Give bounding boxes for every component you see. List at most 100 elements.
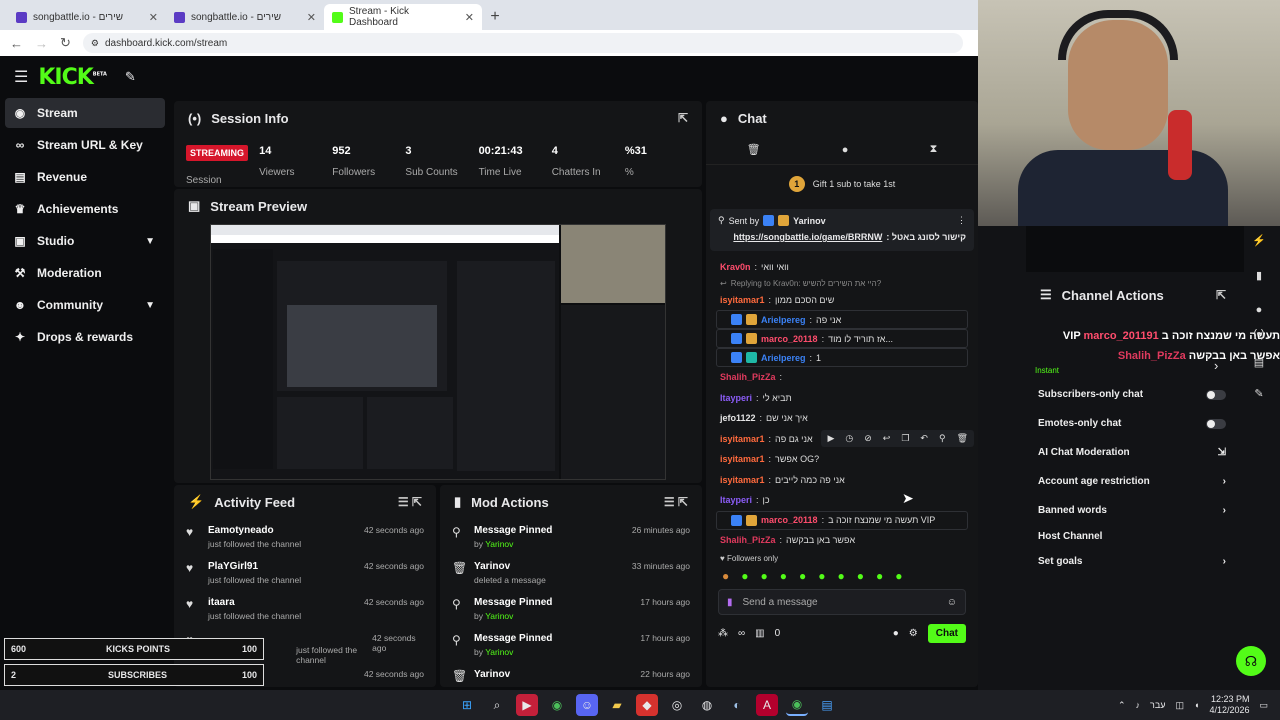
chat-message[interactable]: isyitamar1: אפשר OG? [706, 449, 978, 470]
settings-gear-icon[interactable]: ⚙ [909, 628, 918, 639]
emote-icon[interactable]: ● [741, 569, 748, 583]
reload-icon[interactable]: ↻ [60, 35, 71, 51]
chat-user[interactable]: marco_20118 [761, 515, 818, 525]
chat-user[interactable]: isyitamar1 [720, 434, 765, 444]
steam-icon[interactable]: ◐ [726, 694, 748, 716]
filter-icon[interactable]: ☰ ⇱ [664, 495, 688, 509]
action-account-age[interactable]: Account age restriction › [1026, 467, 1240, 496]
sidebar-item-moderation[interactable]: ⚒ Moderation [5, 258, 165, 288]
wrench-icon[interactable]: ✎ [1254, 387, 1263, 400]
url-field[interactable]: ⚙ dashboard.kick.com/stream [82, 33, 963, 53]
chat-message[interactable]: Shalih_PizZa: [706, 367, 978, 388]
site-info-icon[interactable]: ⚙ [91, 38, 99, 49]
expand-icon[interactable]: ⇱ [678, 111, 688, 125]
close-tab-icon[interactable]: ✕ [307, 11, 316, 24]
pinned-link[interactable]: https://songbattle.io/game/BRRNW [733, 232, 882, 242]
layout-icon[interactable]: ▤ [1254, 356, 1264, 369]
send-chat-button[interactable]: Chat [927, 624, 966, 643]
chat-message-highlight[interactable]: marco_20118: אז תוריד לו מוד... [716, 329, 968, 348]
chat-message[interactable]: Itayperi: כן [706, 490, 978, 511]
emote-icon[interactable]: ● [818, 569, 825, 583]
sidebar-item-stream-url-key[interactable]: ∞ Stream URL & Key [5, 130, 165, 160]
mic-icon[interactable]: ▮ [727, 597, 733, 608]
stream-preview-video[interactable] [210, 224, 666, 480]
pin-icon[interactable]: ⚲ [939, 433, 946, 444]
action-ai-moderation[interactable]: AI Chat Moderation ⇲ [1026, 438, 1240, 467]
chat-message[interactable]: Shalih_PizZa: אפשר באן בבקשה [706, 530, 978, 551]
chat-message[interactable]: isyitamar1: אני פה כמה לייבים [706, 470, 978, 491]
subscribers-only-toggle[interactable] [1206, 389, 1226, 400]
emote-icon[interactable]: ● [761, 569, 768, 583]
folder-icon[interactable]: ▰ [606, 694, 628, 716]
chat-user[interactable]: Itayperi [720, 495, 752, 505]
bolt-icon[interactable]: ⚡ [1252, 230, 1266, 247]
broadcast-icon[interactable]: (•) [1253, 328, 1264, 340]
chat-user[interactable]: Shalih_PizZa [720, 535, 776, 545]
action-banned-words[interactable]: Banned words › [1026, 496, 1240, 525]
action-set-goals[interactable]: Set goals › [1026, 547, 1240, 576]
chat-bubble-icon[interactable]: ● [842, 144, 849, 156]
notepad-icon[interactable]: ▤ [816, 694, 838, 716]
chrome-icon[interactable]: ◉ [546, 694, 568, 716]
chat-user[interactable]: Arielpereg [761, 353, 806, 363]
emotes-only-toggle[interactable] [1206, 418, 1226, 429]
chat-message[interactable]: isyitamar1: שים הסכם ממון [706, 290, 978, 311]
emoji-icon[interactable]: ☺ [947, 597, 957, 608]
chat-user[interactable]: isyitamar1 [720, 295, 765, 305]
back-icon[interactable]: ← [10, 36, 23, 51]
app-icon[interactable]: ◍ [696, 694, 718, 716]
emote-icon[interactable]: ● [799, 569, 806, 583]
chat-user[interactable]: Krav0n [720, 262, 751, 272]
hourglass-icon[interactable]: ⧗ [930, 143, 938, 156]
chat-message-highlight[interactable]: marco_20118: תעשה מי שמנצח זוכה ב VIP [716, 510, 968, 530]
windows-start-icon[interactable]: ⊞ [456, 694, 478, 716]
close-tab-icon[interactable]: ✕ [149, 11, 158, 24]
menu-icon[interactable]: ☰ [14, 67, 28, 87]
clock[interactable]: 12:23 PM 4/12/2026 [1209, 694, 1249, 716]
chat-message-highlight[interactable]: Arielpereg: אני פה [716, 310, 968, 329]
copy-icon[interactable]: ❐ [901, 433, 909, 444]
language-indicator[interactable]: עבר [1150, 700, 1165, 710]
browser-tab-3[interactable]: Stream - Kick Dashboard ✕ [324, 4, 482, 30]
volume-icon[interactable]: ◖ [1194, 700, 1199, 710]
close-tab-icon[interactable]: ✕ [465, 11, 474, 24]
chat-user[interactable]: isyitamar1 [720, 454, 765, 464]
pin-icon[interactable]: ✎ [125, 69, 136, 85]
emote-icon[interactable]: ● [895, 569, 902, 583]
chat-message[interactable]: Itayperi: תביא לי [706, 388, 978, 409]
trash-icon[interactable]: 🗑 [957, 433, 968, 444]
chat-message[interactable]: jefo1122: איך אני שם [706, 408, 978, 429]
obs-icon[interactable]: ◎ [666, 694, 688, 716]
emote-icon[interactable]: ● [876, 569, 883, 583]
chat-message[interactable]: isyitamar1: אני גם פה ▶ ◷ ⊘ ↩ ❐ ↶ ⚲ 🗑 [706, 429, 978, 450]
sidebar-item-stream[interactable]: ◉ Stream [5, 98, 165, 128]
sidebar-item-drops-rewards[interactable]: ✦ Drops & rewards [5, 322, 165, 352]
tray-chevron-icon[interactable]: ⌃ [1118, 700, 1126, 711]
trash-icon[interactable]: 🗑 [747, 143, 761, 156]
chat-bubble-icon[interactable]: ● [893, 628, 899, 639]
undo-icon[interactable]: ↶ [920, 433, 928, 444]
timeout-icon[interactable]: ◷ [845, 433, 853, 444]
action-host-channel[interactable]: Host Channel [1026, 525, 1240, 547]
app-icon[interactable]: ▶ [516, 694, 538, 716]
emote-icon[interactable]: ● [780, 569, 787, 583]
sidebar-item-community[interactable]: ☻ Community ▼ [5, 290, 165, 320]
emote-icon[interactable]: ● [838, 569, 845, 583]
chat-message-highlight[interactable]: Arielpereg:1 [716, 348, 968, 367]
filter-icon[interactable]: ☰ ⇱ [398, 495, 422, 509]
new-tab-button[interactable]: + [482, 4, 508, 30]
action-emotes-only[interactable]: Emotes-only chat [1026, 409, 1240, 438]
support-headset-button[interactable]: ☊ [1236, 646, 1266, 676]
discord-icon[interactable]: ☺ [576, 694, 598, 716]
sidebar-item-achievements[interactable]: ♛ Achievements [5, 194, 165, 224]
network-icon[interactable]: ◫ [1175, 700, 1184, 711]
chat-user[interactable]: Arielpereg [761, 315, 806, 325]
chat-user[interactable]: marco_20118 [761, 334, 818, 344]
pinned-message[interactable]: ⚲ Sent by Yarinov ⋮ קישור לסונג באטל : h… [710, 209, 974, 251]
points-icon[interactable]: ⁂ [718, 628, 728, 639]
notification-icon[interactable]: ▭ [1259, 700, 1268, 711]
action-subscribers-only[interactable]: Subscribers-only chat [1026, 380, 1240, 409]
chat-bubble-icon[interactable]: ● [1256, 304, 1263, 316]
sidebar-item-revenue[interactable]: ▤ Revenue [5, 162, 165, 192]
chat-user[interactable]: isyitamar1 [720, 475, 765, 485]
